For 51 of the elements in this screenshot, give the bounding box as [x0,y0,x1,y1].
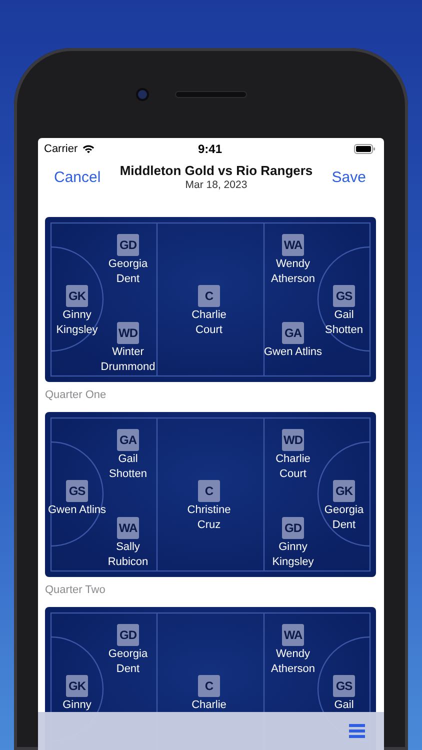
position-badge: GD [117,234,139,256]
match-date: Mar 18, 2023 [185,179,248,191]
quarter-label: Quarter Two [45,583,106,598]
position-badge: WA [117,517,139,539]
position-badge: GK [333,480,355,502]
player-name: Sally Rubicon [106,540,150,570]
player-name: Ginny [62,698,92,713]
player-name: Ginny Kingsley [55,308,99,338]
position-badge: GA [282,322,304,344]
carrier-label: Carrier [44,143,78,155]
player-name: Wendy Atherson [270,647,316,677]
position-badge: GS [333,285,355,307]
position-badge: WA [282,234,304,256]
player-name: Georgia Dent [107,647,149,677]
position-badge: GA [117,429,139,451]
position-badge: GD [117,624,139,646]
player-name: Gwen Atlins [47,503,107,518]
player-name: Georgia Dent [107,257,149,287]
player-name: Charlie [190,698,228,713]
player-name: Georgia Dent [323,503,365,533]
cancel-button[interactable]: Cancel [46,164,109,190]
position-badge: GS [66,480,88,502]
menu-icon[interactable] [349,723,365,739]
quarter-label: Quarter One [45,388,108,403]
position-badge: C [198,675,220,697]
position-badge: WD [117,322,139,344]
player-name: Gail Shotten [108,452,148,482]
camera-lens [138,90,147,99]
player-name: Winter Drummond [100,345,156,375]
position-badge: GK [66,675,88,697]
position-badge: GD [282,517,304,539]
position-badge: WA [282,624,304,646]
save-button[interactable]: Save [324,164,374,190]
position-badge: WD [282,429,304,451]
player-name: Charlie Court [274,452,312,482]
player-name: Gail Shotten [324,308,364,338]
status-time: 9:41 [198,142,222,156]
player-name: Ginny Kingsley [271,540,315,570]
position-badge: GK [66,285,88,307]
position-badge: C [198,285,220,307]
player-name: Gail [333,698,355,713]
position-badge: C [198,480,220,502]
match-title: Middleton Gold vs Rio Rangers [120,163,313,178]
position-badge: GS [333,675,355,697]
wifi-icon [82,144,95,154]
battery-icon [354,144,376,154]
player-name: Charlie Court [190,308,228,338]
player-name: Gwen Atlins [263,345,323,360]
speaker-grille [176,92,246,97]
player-name: Christine Cruz [186,503,232,533]
player-name: Wendy Atherson [270,257,316,287]
